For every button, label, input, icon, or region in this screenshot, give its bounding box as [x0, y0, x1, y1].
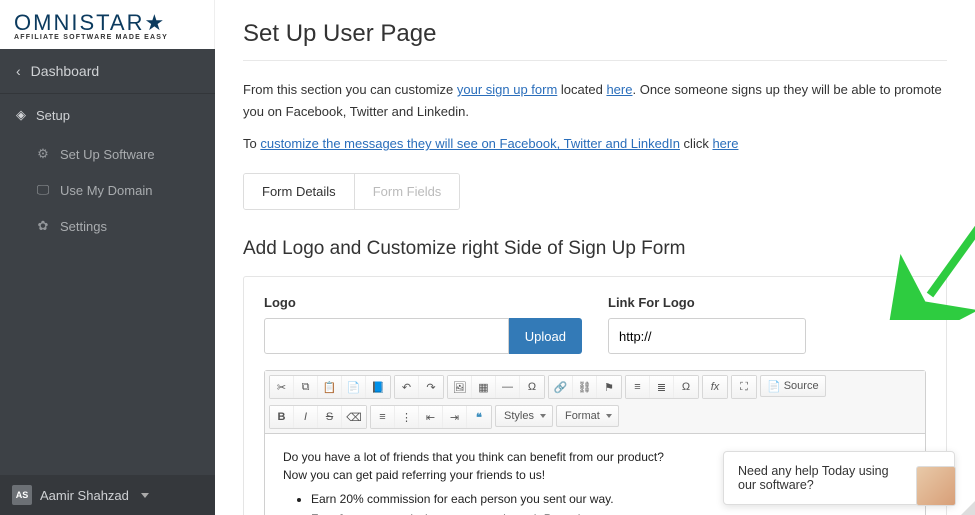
page-title: Set Up User Page	[243, 20, 947, 61]
customize-messages-link[interactable]: customize the messages they will see on …	[260, 136, 680, 151]
blockquote-icon[interactable]: ❝	[467, 406, 491, 428]
chat-message: Need any help Today using our software?	[738, 464, 940, 492]
user-name: Aamir Shahzad	[40, 488, 129, 503]
cut-icon[interactable]: ✂	[270, 376, 294, 398]
omega-icon[interactable]: Ω	[674, 376, 698, 398]
link-for-logo-label: Link For Logo	[608, 295, 926, 310]
undo-icon[interactable]: ↶	[395, 376, 419, 398]
format-select[interactable]: Format	[556, 405, 619, 427]
link-icon[interactable]: 🔗	[549, 376, 573, 398]
intro-paragraph-2: To customize the messages they will see …	[243, 133, 947, 155]
logo-file-input[interactable]	[264, 318, 509, 354]
resize-handle-icon[interactable]	[961, 501, 975, 515]
user-avatar: AS	[12, 485, 32, 505]
paste-word-icon[interactable]: 📘	[366, 376, 390, 398]
redo-icon[interactable]: ↷	[419, 376, 443, 398]
signup-form-link[interactable]: your sign up form	[457, 82, 557, 97]
special-char-icon[interactable]: Ω	[520, 376, 544, 398]
editor-toolbar: ✂ ⧉ 📋 📄 📘 ↶ ↷ 🖼 ▦ — Ω	[265, 371, 925, 434]
signup-here-link[interactable]: here	[606, 82, 632, 97]
sliders-icon: ⚙	[36, 146, 50, 162]
paste-text-icon[interactable]: 📄	[342, 376, 366, 398]
nav-back-dashboard[interactable]: ‹ Dashboard	[0, 49, 215, 94]
sidebar: OMNISTAR★ AFFILIATE SOFTWARE MADE EASY ‹…	[0, 0, 215, 515]
nav-back-label: Dashboard	[31, 63, 100, 79]
source-button[interactable]: 📄 Source	[760, 375, 826, 397]
source-icon: 📄	[767, 380, 781, 393]
chevron-left-icon: ‹	[16, 63, 21, 79]
tab-form-details[interactable]: Form Details	[244, 174, 355, 209]
brand-name: OMNISTAR★	[14, 10, 200, 36]
tabs: Form Details Form Fields	[243, 173, 460, 210]
brand-logo: OMNISTAR★ AFFILIATE SOFTWARE MADE EASY	[0, 0, 215, 49]
section-title: Add Logo and Customize right Side of Sig…	[243, 238, 947, 260]
brand-tagline: AFFILIATE SOFTWARE MADE EASY	[14, 34, 200, 41]
maximize-icon[interactable]: ⛶	[732, 376, 756, 398]
styles-select[interactable]: Styles	[495, 405, 553, 427]
user-menu[interactable]: AS Aamir Shahzad	[0, 475, 215, 515]
editor-bullet: Fast & easy commission payments through …	[311, 510, 907, 515]
anchor-icon[interactable]: ⚑	[597, 376, 621, 398]
nav-item-setup-software[interactable]: ⚙ Set Up Software	[0, 136, 215, 172]
outdent-icon[interactable]: ⇤	[419, 406, 443, 428]
gear-icon: ✿	[36, 218, 50, 234]
logo-label: Logo	[264, 295, 582, 310]
nav-item-label: Set Up Software	[60, 147, 155, 162]
nav-section-label: Setup	[36, 108, 70, 123]
intro-paragraph-1: From this section you can customize your…	[243, 79, 947, 123]
nav-item-label: Settings	[60, 219, 107, 234]
nav-item-label: Use My Domain	[60, 183, 152, 198]
main-content: Set Up User Page From this section you c…	[215, 0, 975, 515]
remove-format-button[interactable]: ⌫	[342, 406, 366, 428]
upload-button[interactable]: Upload	[509, 318, 582, 354]
align-left-icon[interactable]: ≡	[626, 376, 650, 398]
tab-form-fields[interactable]: Form Fields	[355, 174, 460, 209]
caret-down-icon	[141, 493, 149, 498]
chat-widget[interactable]: Need any help Today using our software?	[723, 451, 955, 505]
paste-icon[interactable]: 📋	[318, 376, 342, 398]
strike-button[interactable]: S	[318, 406, 342, 428]
dashboard-icon: ◈	[16, 107, 26, 123]
customize-here-link[interactable]: here	[712, 136, 738, 151]
table-icon[interactable]: ▦	[472, 376, 496, 398]
nav-item-use-my-domain[interactable]: 🖵 Use My Domain	[0, 172, 215, 208]
copy-icon[interactable]: ⧉	[294, 376, 318, 398]
hr-icon[interactable]: —	[496, 376, 520, 398]
italic-button[interactable]: I	[294, 406, 318, 428]
nav-item-settings[interactable]: ✿ Settings	[0, 208, 215, 244]
indent-icon[interactable]: ⇥	[443, 406, 467, 428]
logo-link-input[interactable]	[608, 318, 806, 354]
bullet-list-icon[interactable]: ⋮	[395, 406, 419, 428]
bold-button[interactable]: B	[270, 406, 294, 428]
chat-agent-avatar	[916, 466, 956, 506]
unlink-icon[interactable]: ⛓	[573, 376, 597, 398]
image-icon[interactable]: 🖼	[448, 376, 472, 398]
fx-button[interactable]: fx	[703, 376, 727, 398]
nav-section-setup[interactable]: ◈ Setup	[0, 94, 215, 136]
monitor-icon: 🖵	[36, 182, 50, 198]
align-center-icon[interactable]: ≣	[650, 376, 674, 398]
numbered-list-icon[interactable]: ≡	[371, 406, 395, 428]
